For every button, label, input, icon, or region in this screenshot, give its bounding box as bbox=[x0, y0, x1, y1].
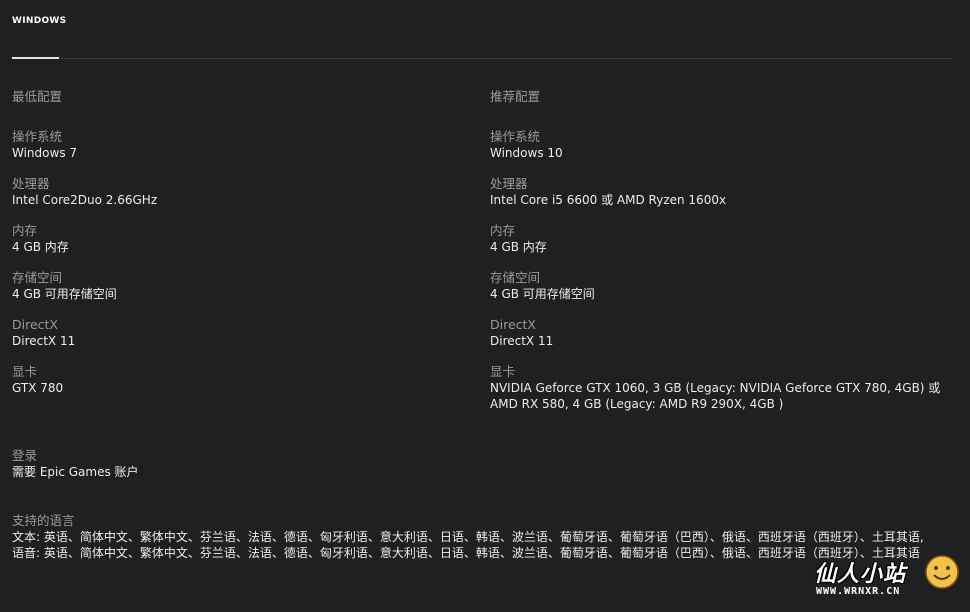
spec-label: 处理器 bbox=[12, 176, 50, 191]
spec-label: 操作系统 bbox=[12, 129, 63, 144]
spec-memory: 内存 4 GB 内存 bbox=[12, 223, 472, 255]
smiley-icon bbox=[925, 555, 959, 589]
spec-value: Intel Core i5 6600 或 AMD Ryzen 1600x bbox=[490, 193, 727, 207]
languages-text: 文本: 英语、简体中文、繁体中文、芬兰语、法语、德语、匈牙利语、意大利语、日语、… bbox=[12, 530, 924, 544]
spec-label: 处理器 bbox=[490, 176, 528, 191]
spec-storage: 存储空间 4 GB 可用存储空间 bbox=[490, 270, 955, 302]
spec-value: NVIDIA Geforce GTX 1060, 3 GB (Legacy: N… bbox=[490, 381, 941, 411]
spec-label: DirectX bbox=[12, 317, 58, 332]
watermark-url: WWW.WRNXR.CN bbox=[816, 586, 901, 597]
languages-audio: 语音: 英语、简体中文、繁体中文、芬兰语、法语、德语、匈牙利语、意大利语、日语、… bbox=[12, 546, 920, 560]
spec-value: 4 GB 可用存储空间 bbox=[490, 287, 595, 301]
spec-storage: 存储空间 4 GB 可用存储空间 bbox=[12, 270, 472, 302]
spec-value: 4 GB 可用存储空间 bbox=[12, 287, 117, 301]
spec-gpu: 显卡 NVIDIA Geforce GTX 1060, 3 GB (Legacy… bbox=[490, 364, 955, 412]
recommended-heading: 推荐配置 bbox=[490, 89, 541, 104]
spec-os: 操作系统 Windows 10 bbox=[490, 129, 955, 161]
spec-value: GTX 780 bbox=[12, 381, 64, 395]
spec-value: 4 GB 内存 bbox=[490, 240, 547, 254]
spec-value: DirectX 11 bbox=[490, 334, 554, 348]
languages-label: 支持的语言 bbox=[12, 513, 75, 528]
spec-label: 内存 bbox=[12, 223, 38, 238]
spec-label: DirectX bbox=[490, 317, 536, 332]
spec-value: DirectX 11 bbox=[12, 334, 76, 348]
supported-languages: 支持的语言 文本: 英语、简体中文、繁体中文、芬兰语、法语、德语、匈牙利语、意大… bbox=[12, 513, 944, 561]
spec-label: 显卡 bbox=[12, 364, 38, 379]
spec-cpu: 处理器 Intel Core i5 6600 或 AMD Ryzen 1600x bbox=[490, 176, 955, 208]
spec-gpu: 显卡 GTX 780 bbox=[12, 364, 472, 396]
spec-value: 4 GB 内存 bbox=[12, 240, 69, 254]
recommended-requirements: 推荐配置 操作系统 Windows 10 处理器 Intel Core i5 6… bbox=[490, 88, 955, 427]
spec-cpu: 处理器 Intel Core2Duo 2.66GHz bbox=[12, 176, 472, 208]
spec-label: 存储空间 bbox=[490, 270, 541, 285]
watermark-title: 仙人小站 bbox=[814, 562, 907, 587]
spec-label: 存储空间 bbox=[12, 270, 63, 285]
spec-directx: DirectX DirectX 11 bbox=[490, 317, 955, 349]
spec-label: 操作系统 bbox=[490, 129, 541, 144]
spec-label: 内存 bbox=[490, 223, 516, 238]
minimum-requirements: 最低配置 操作系统 Windows 7 处理器 Intel Core2Duo 2… bbox=[12, 88, 472, 411]
minimum-heading: 最低配置 bbox=[12, 89, 63, 104]
spec-value: Intel Core2Duo 2.66GHz bbox=[12, 193, 158, 207]
login-label: 登录 bbox=[12, 448, 38, 463]
login-requirement: 登录 需要 Epic Games 账户 bbox=[12, 448, 952, 480]
spec-value: Windows 7 bbox=[12, 146, 78, 160]
login-value: 需要 Epic Games 账户 bbox=[12, 465, 139, 479]
spec-memory: 内存 4 GB 内存 bbox=[490, 223, 955, 255]
spec-os: 操作系统 Windows 7 bbox=[12, 129, 472, 161]
spec-label: 显卡 bbox=[490, 364, 516, 379]
active-tab-indicator bbox=[12, 57, 59, 59]
spec-directx: DirectX DirectX 11 bbox=[12, 317, 472, 349]
watermark: 仙人小站 WWW.WRNXR.CN bbox=[810, 554, 960, 606]
spec-value: Windows 10 bbox=[490, 146, 563, 160]
platform-tabs: WINDOWS bbox=[12, 0, 952, 59]
tab-windows[interactable]: WINDOWS bbox=[12, 16, 66, 26]
